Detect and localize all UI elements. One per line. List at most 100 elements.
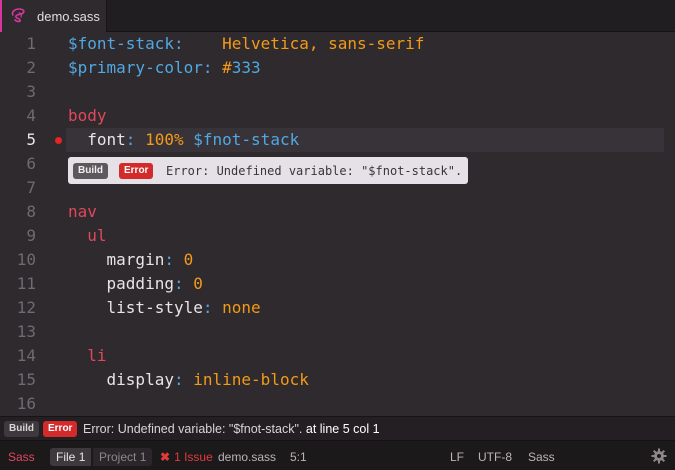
code-token-punct: : bbox=[173, 370, 184, 389]
code-text[interactable]: padding: 0 bbox=[68, 272, 203, 296]
code-token-val: 0 bbox=[193, 274, 203, 293]
code-token-prop: margin bbox=[106, 250, 165, 269]
code-token-sel: body bbox=[68, 106, 107, 125]
panel-error-location[interactable]: at line 5 col 1 bbox=[302, 422, 380, 436]
line-ending-selector[interactable]: LF bbox=[450, 450, 464, 464]
code-token-punct: : bbox=[202, 58, 213, 77]
line-number[interactable]: 7 bbox=[0, 176, 36, 200]
code-token-val: Helvetica, sans-serif bbox=[222, 34, 425, 53]
line-number[interactable]: 4 bbox=[0, 104, 36, 128]
line-number[interactable]: 13 bbox=[0, 320, 36, 344]
tab-demo-sass[interactable]: demo.sass bbox=[0, 0, 107, 32]
line-number[interactable]: 8 bbox=[0, 200, 36, 224]
code-token-prop: font bbox=[87, 130, 126, 149]
code-token-sel: ul bbox=[87, 226, 107, 245]
code-text[interactable]: $primary-color: #333 bbox=[68, 56, 261, 80]
line-number[interactable]: 10 bbox=[0, 248, 36, 272]
file-scope-count: 1 bbox=[78, 450, 86, 464]
code-line[interactable]: 5 font: 100% $fnot-stack bbox=[0, 128, 675, 152]
panel-build-badge: Build bbox=[4, 421, 39, 437]
code-line[interactable]: 2 $primary-color: #333 bbox=[0, 56, 675, 80]
project-scope-label: Project bbox=[99, 450, 137, 464]
status-bar: Sass File 1 Project 1 ✖ 1 Issue demo.sass… bbox=[0, 440, 675, 470]
line-number[interactable]: 9 bbox=[0, 224, 36, 248]
line-number[interactable]: 5 bbox=[0, 128, 36, 152]
code-line[interactable]: 3 bbox=[0, 80, 675, 104]
line-number[interactable]: 14 bbox=[0, 344, 36, 368]
linter-grammar-label[interactable]: Sass bbox=[8, 450, 35, 464]
sass-logo-icon bbox=[11, 8, 25, 23]
line-number[interactable]: 1 bbox=[0, 32, 36, 56]
code-line[interactable]: 9 ul bbox=[0, 224, 675, 248]
code-text[interactable]: $font-stack: Helvetica, sans-serif bbox=[68, 32, 424, 56]
error-badge: Error bbox=[119, 163, 154, 179]
code-text[interactable]: ul bbox=[68, 224, 107, 248]
code-line[interactable]: 15 display: inline-block bbox=[0, 368, 675, 392]
issue-count-label: 1 Issue bbox=[174, 450, 213, 464]
panel-error-message[interactable]: Error: Undefined variable: "$fnot-stack"… bbox=[83, 421, 380, 437]
code-text[interactable]: nav bbox=[68, 200, 97, 224]
line-number[interactable]: 3 bbox=[0, 80, 36, 104]
code-token-val: # bbox=[222, 58, 232, 77]
code-line[interactable]: 12 list-style: none bbox=[0, 296, 675, 320]
code-token-var: 333 bbox=[231, 58, 261, 77]
panel-message-text: Error: Undefined variable: "$fnot-stack"… bbox=[83, 422, 303, 436]
code-text[interactable]: list-style: none bbox=[68, 296, 261, 320]
cursor-position[interactable]: 5:1 bbox=[290, 450, 307, 464]
code-text[interactable]: display: inline-block bbox=[68, 368, 309, 392]
line-number[interactable]: 16 bbox=[0, 392, 36, 416]
encoding-selector[interactable]: UTF-8 bbox=[478, 450, 512, 464]
file-scope-label: File bbox=[56, 450, 76, 464]
code-token-val: 100% bbox=[145, 130, 184, 149]
issue-count[interactable]: ✖ 1 Issue bbox=[160, 450, 213, 464]
gear-icon[interactable] bbox=[651, 448, 667, 464]
status-filename[interactable]: demo.sass bbox=[218, 450, 276, 464]
code-token-prop: padding bbox=[106, 274, 174, 293]
project-scope-tab[interactable]: Project 1 bbox=[93, 448, 153, 466]
code-line[interactable]: 1 $font-stack: Helvetica, sans-serif bbox=[0, 32, 675, 56]
code-token-var: $font-stack bbox=[68, 34, 174, 53]
code-line[interactable]: 8 nav bbox=[0, 200, 675, 224]
code-text[interactable]: body bbox=[68, 104, 107, 128]
code-line[interactable]: 14 li bbox=[0, 344, 675, 368]
code-token-val: none bbox=[222, 298, 261, 317]
tab-bar: demo.sass bbox=[0, 0, 675, 32]
code-line[interactable]: 4 body bbox=[0, 104, 675, 128]
code-token-punct: : bbox=[202, 298, 213, 317]
code-line[interactable]: 11 padding: 0 bbox=[0, 272, 675, 296]
line-number[interactable]: 15 bbox=[0, 368, 36, 392]
code-token-punct: : bbox=[125, 130, 136, 149]
file-scope-tab[interactable]: File 1 bbox=[50, 448, 92, 466]
code-token-punct: : bbox=[173, 34, 184, 53]
line-number[interactable]: 2 bbox=[0, 56, 36, 80]
code-line[interactable]: 13 bbox=[0, 320, 675, 344]
code-token-punct: : bbox=[164, 250, 174, 269]
tab-active-indicator bbox=[0, 0, 2, 32]
code-text[interactable]: margin: 0 bbox=[68, 248, 194, 272]
error-marker-icon[interactable] bbox=[55, 137, 62, 144]
code-editor[interactable]: 1 $font-stack: Helvetica, sans-serif 2 $pri… bbox=[0, 32, 675, 416]
grammar-selector[interactable]: Sass bbox=[528, 450, 555, 464]
line-number[interactable]: 11 bbox=[0, 272, 36, 296]
code-text[interactable]: font: 100% $fnot-stack bbox=[68, 128, 299, 152]
code-line[interactable]: 16 bbox=[0, 392, 675, 416]
code-token-punct: : bbox=[173, 274, 184, 293]
line-number[interactable]: 6 bbox=[0, 152, 36, 176]
code-text[interactable]: li bbox=[68, 344, 106, 368]
line-number[interactable]: 12 bbox=[0, 296, 36, 320]
linter-panel[interactable]: Build Error Error: Undefined variable: "… bbox=[0, 416, 675, 440]
code-line[interactable]: 10 margin: 0 bbox=[0, 248, 675, 272]
